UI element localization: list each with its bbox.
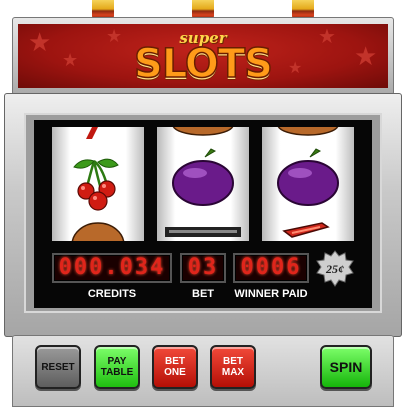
reel-3 xyxy=(262,127,354,241)
reel-1 xyxy=(52,127,144,241)
plum-icon xyxy=(172,148,234,206)
reset-button[interactable]: RESET xyxy=(35,345,81,389)
reel-2 xyxy=(157,127,249,241)
pay-table-button[interactable]: PAY TABLE xyxy=(94,345,140,389)
reset-button-label: RESET xyxy=(41,361,75,373)
fruit-partial-icon xyxy=(277,127,339,136)
header-banner: ★ ★ ★ ★ ★ ★ super SLOTS xyxy=(18,24,388,88)
coin-label: 25¢ xyxy=(325,262,344,276)
fruit-partial-icon xyxy=(172,127,234,136)
spin-button-label: SPIN xyxy=(329,358,363,375)
cherry-partial-icon xyxy=(86,127,98,139)
bet-label: BET xyxy=(192,288,214,300)
pay-table-button-label: PAY TABLE xyxy=(100,356,134,378)
bet-max-button-label: BET MAX xyxy=(221,356,245,378)
bar-partial-icon xyxy=(165,227,241,237)
winner-paid-display: 0006 xyxy=(233,253,309,283)
plum-icon xyxy=(277,148,339,206)
credits-display: 000.034 xyxy=(52,253,172,283)
fruit-partial-icon xyxy=(71,222,125,241)
bet-max-button[interactable]: BET MAX xyxy=(210,345,256,389)
bet-one-button[interactable]: BET ONE xyxy=(152,345,198,389)
slot-machine: ★ ★ ★ ★ ★ ★ super SLOTS 000.034 03 0006 … xyxy=(0,0,406,407)
credits-label: CREDITS xyxy=(87,288,137,300)
coin-denomination-badge: 25¢ xyxy=(316,250,354,287)
spin-button[interactable]: SPIN xyxy=(320,345,372,389)
cherries-icon xyxy=(73,158,119,211)
title-slots: SLOTS xyxy=(133,40,273,88)
winner-paid-label: WINNER PAID xyxy=(234,288,308,300)
seven-partial-icon xyxy=(282,222,330,238)
bet-display: 03 xyxy=(180,253,226,283)
bet-one-button-label: BET ONE xyxy=(164,356,186,378)
